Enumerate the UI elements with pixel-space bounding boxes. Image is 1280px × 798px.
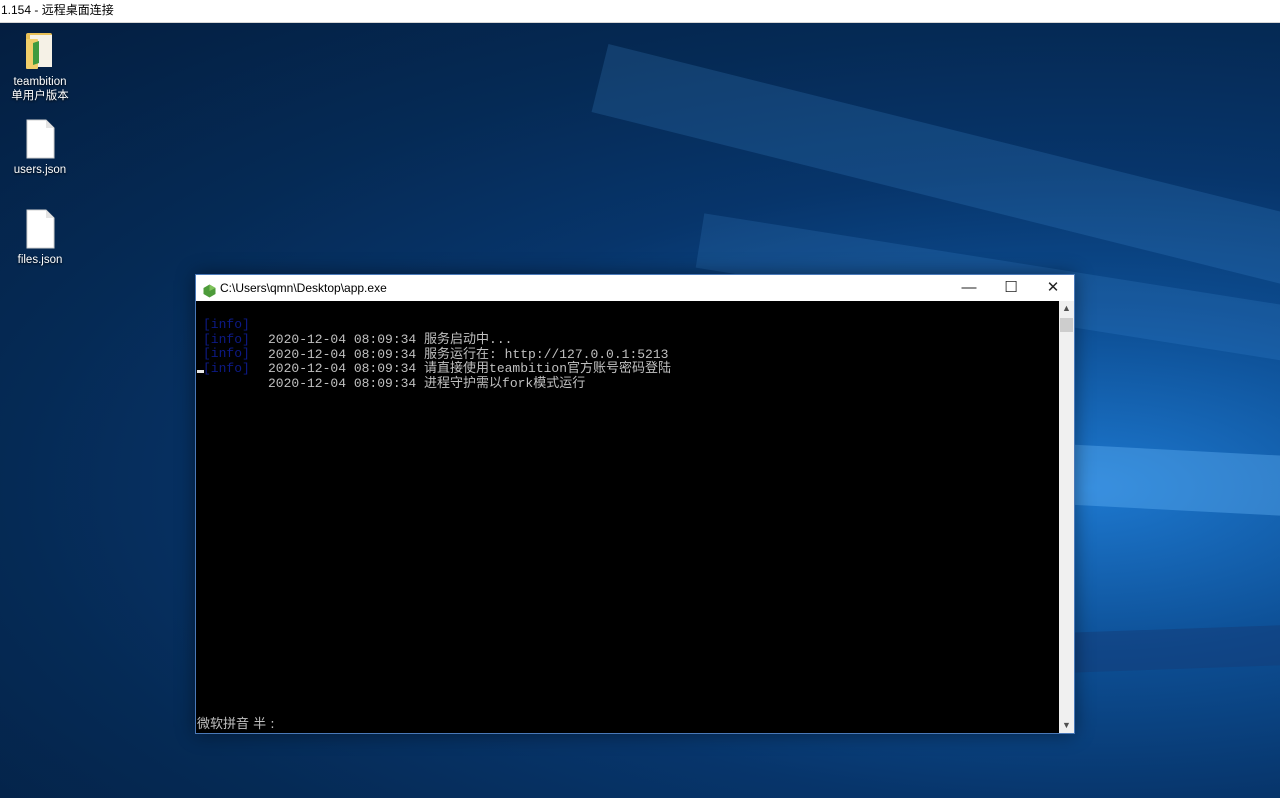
scroll-up-arrow-icon[interactable]: ▲	[1059, 301, 1074, 316]
file-icon	[24, 209, 56, 249]
log-message: 2020-12-04 08:09:34 服务运行在: http://127.0.…	[268, 347, 669, 362]
console-output[interactable]: [info] 2020-12-04 08:09:34 服务启动中... [inf…	[196, 301, 1059, 733]
log-message: 2020-12-04 08:09:34 请直接使用teambition官方账号密…	[268, 361, 672, 376]
log-line: [info] 2020-12-04 08:09:34 服务运行在: http:/…	[196, 317, 668, 362]
desktop-icon-files-json[interactable]: files.json	[1, 209, 79, 267]
log-line: [info] 2020-12-04 08:09:34 进程守护需以fork模式运…	[196, 346, 585, 391]
ime-status: 微软拼音 半 :	[197, 717, 275, 732]
scroll-down-arrow-icon[interactable]: ▼	[1059, 718, 1074, 733]
maximize-button[interactable]: ☐	[990, 275, 1032, 301]
log-line: [info] 2020-12-04 08:09:34 服务启动中...	[196, 302, 512, 347]
desktop-icon-users-json[interactable]: users.json	[1, 119, 79, 177]
rdp-window-title: 1.154 - 远程桌面连接	[0, 0, 1280, 23]
vertical-scrollbar[interactable]: ▲ ▼	[1059, 301, 1074, 733]
console-titlebar[interactable]: C:\Users\qmn\Desktop\app.exe — ☐ ✕	[196, 275, 1074, 301]
log-message: 2020-12-04 08:09:34 进程守护需以fork模式运行	[268, 376, 586, 391]
desktop-icon-label: files.json	[17, 254, 63, 266]
desktop-icon-label: 单用户版本	[11, 90, 69, 102]
desktop-icon-teambition[interactable]: teambition 单用户版本	[1, 31, 79, 103]
text-cursor	[197, 370, 204, 373]
minimize-button[interactable]: —	[948, 275, 990, 301]
console-window[interactable]: C:\Users\qmn\Desktop\app.exe — ☐ ✕ [info…	[195, 274, 1075, 734]
scroll-thumb[interactable]	[1060, 318, 1073, 332]
file-icon	[24, 119, 56, 159]
close-button[interactable]: ✕	[1032, 275, 1074, 301]
log-message: 2020-12-04 08:09:34 服务启动中...	[268, 332, 513, 347]
desktop-icon-label: users.json	[13, 164, 67, 176]
folder-icon	[24, 31, 56, 71]
log-level: [info]	[203, 361, 250, 376]
desktop-icon-label: teambition	[13, 76, 67, 88]
wallpaper-beam	[1059, 622, 1280, 673]
console-title: C:\Users\qmn\Desktop\app.exe	[220, 281, 387, 295]
log-line: [info] 2020-12-04 08:09:34 请直接使用teambiti…	[196, 331, 671, 376]
